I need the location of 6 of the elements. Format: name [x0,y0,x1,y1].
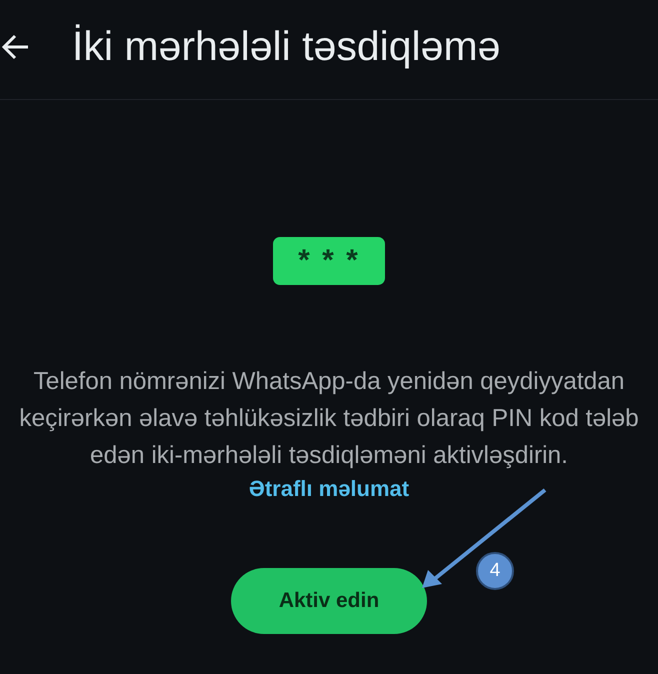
learn-more-link[interactable]: Ətraflı məlumat [248,476,410,502]
step-number-badge: 4 [476,552,514,590]
screen-title: İki mərhələli təsdiqləmə [72,23,500,70]
pin-badge: * * * [273,237,385,285]
description-text: Telefon nömrənizi WhatsApp-da yenidən qeydiyyatdan keçirərkən əlavə təhlükəsizlik tədbiri olaraq PIN kod tələb edən iki-mərhələli təsdiqləməni aktivləşdirin. [18,367,640,471]
enable-button[interactable]: Aktiv edin [231,568,427,634]
